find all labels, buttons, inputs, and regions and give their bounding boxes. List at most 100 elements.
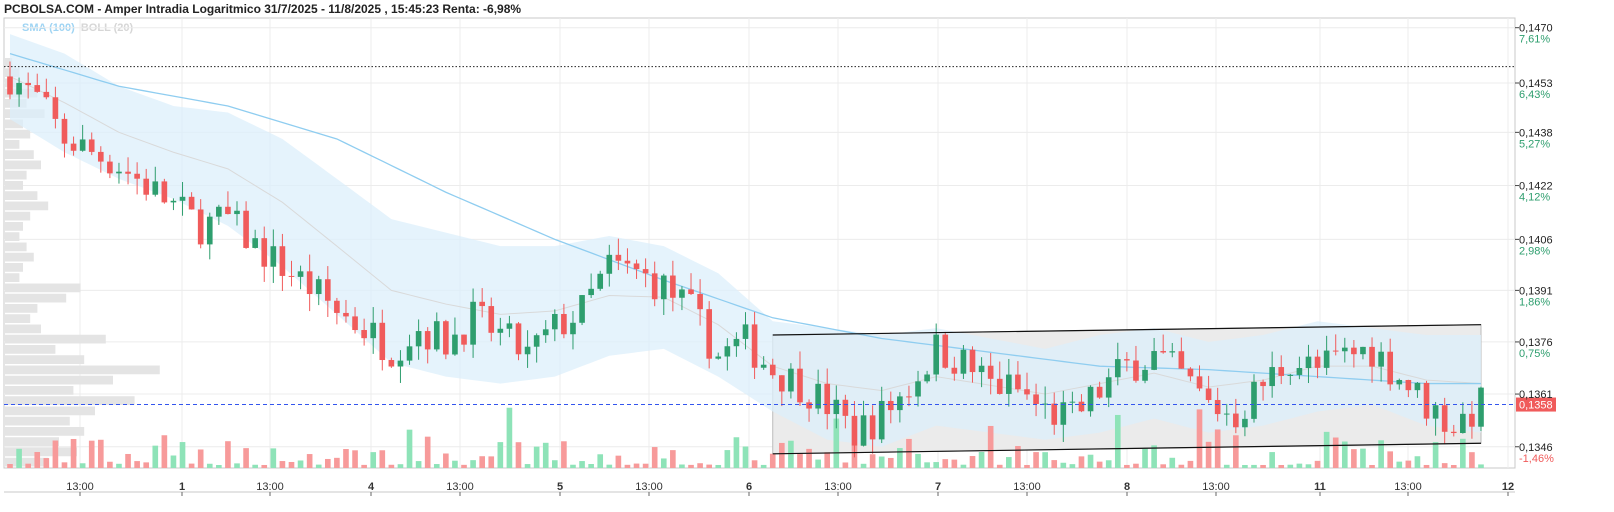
volume-bar <box>1469 452 1475 468</box>
volume-profile-bar <box>5 201 49 211</box>
volume-profile-bar <box>5 427 85 436</box>
x-tick-label: 13:00 <box>1202 481 1230 493</box>
volume-bar <box>924 462 930 468</box>
candle-body <box>43 91 50 98</box>
candle-body <box>715 356 722 359</box>
candle-body <box>388 360 395 367</box>
candle-body <box>134 173 140 179</box>
volume-bar <box>1332 437 1339 468</box>
candle-body <box>542 329 549 336</box>
volume-bar <box>724 450 731 468</box>
candle-body <box>924 374 930 382</box>
candle-body <box>1387 351 1394 385</box>
volume-bar <box>633 463 640 468</box>
volume-profile-bar <box>5 406 95 416</box>
volume-bar <box>1124 464 1130 468</box>
volume-bar <box>1051 460 1058 468</box>
volume-bar <box>424 436 431 468</box>
volume-bar <box>542 442 549 468</box>
x-tick-label: 13:00 <box>635 481 663 493</box>
volume-bar <box>1296 463 1303 468</box>
volume-profile-bar <box>5 293 67 303</box>
volume-bar <box>1387 451 1394 468</box>
volume-bar <box>361 464 367 468</box>
volume-bar <box>506 407 513 468</box>
volume-bar <box>179 442 186 468</box>
volume-profile-bar <box>5 314 31 323</box>
volume-bar <box>1423 464 1430 468</box>
volume-profile-bar <box>5 304 38 313</box>
y-tick-label: 0,1361 <box>1519 389 1553 401</box>
candle-body <box>1187 368 1194 377</box>
candle-body <box>533 335 540 347</box>
volume-bar <box>651 447 658 468</box>
x-tick-label: 1 <box>179 481 185 493</box>
candle-body <box>1196 376 1203 389</box>
candle-body <box>270 246 277 267</box>
candle-body <box>1441 405 1448 432</box>
candle-body <box>116 171 122 174</box>
candle-body <box>978 365 985 373</box>
volume-bar <box>1260 464 1266 468</box>
candle-body <box>7 76 13 95</box>
volume-bar <box>1323 431 1330 468</box>
candle-body <box>1478 387 1484 427</box>
volume-bar <box>1432 442 1439 468</box>
candle-body <box>288 275 295 277</box>
volume-bar <box>1078 456 1085 468</box>
candle-body <box>1432 405 1439 419</box>
volume-bar <box>642 463 649 468</box>
volume-bar <box>388 464 395 468</box>
candle-body <box>670 275 676 298</box>
candle-body <box>279 246 286 276</box>
volume-bar <box>25 463 31 468</box>
candle-body <box>61 118 68 144</box>
volume-bar <box>1242 464 1248 468</box>
volume-bar <box>225 441 231 468</box>
volume-bar <box>1405 460 1412 468</box>
volume-bar <box>996 464 1003 468</box>
volume-bar <box>815 459 821 468</box>
volume-bar <box>933 462 940 468</box>
volume-bar <box>433 464 440 468</box>
last-price-label: 0,1358 <box>1519 400 1553 412</box>
volume-profile-bar <box>5 129 31 139</box>
volume-bar <box>270 448 277 468</box>
x-tick-label: 11 <box>1314 481 1326 493</box>
volume-bar <box>116 463 122 468</box>
volume-bar <box>125 453 131 468</box>
volume-bar <box>1205 441 1212 468</box>
volume-profile-bar <box>5 437 59 446</box>
volume-bar <box>561 441 567 468</box>
volume-bar <box>670 450 676 468</box>
volume-bar <box>1314 460 1321 468</box>
volume-bar <box>452 460 458 468</box>
volume-bar <box>915 453 921 468</box>
x-tick-label: 13:00 <box>1013 481 1041 493</box>
volume-bar <box>415 461 422 468</box>
volume-bar <box>706 464 712 468</box>
volume-bar <box>906 438 912 468</box>
volume-bar <box>897 448 903 468</box>
volume-bar <box>497 442 504 468</box>
candle-body <box>1260 381 1266 387</box>
candle-body <box>161 181 168 203</box>
volume-bar <box>234 463 240 468</box>
candle-body <box>742 324 749 339</box>
candle-body <box>1269 367 1275 387</box>
volume-bar <box>660 458 667 468</box>
candle-body <box>551 313 558 330</box>
candle-body <box>52 97 59 119</box>
volume-bar <box>461 464 467 468</box>
candle-body <box>751 324 758 368</box>
candle-body <box>433 321 440 350</box>
candle-body <box>1378 351 1384 367</box>
volume-profile-bar <box>5 283 81 293</box>
candle-body <box>1341 347 1348 352</box>
candle-body <box>479 301 485 307</box>
candle-body <box>1069 401 1076 403</box>
candle-body <box>79 139 86 151</box>
candle-body <box>1223 413 1230 415</box>
volume-bar <box>1160 464 1167 468</box>
price-chart[interactable]: 0,1358 0,14707,61%0,14536,43%0,14385,27%… <box>0 0 1614 512</box>
